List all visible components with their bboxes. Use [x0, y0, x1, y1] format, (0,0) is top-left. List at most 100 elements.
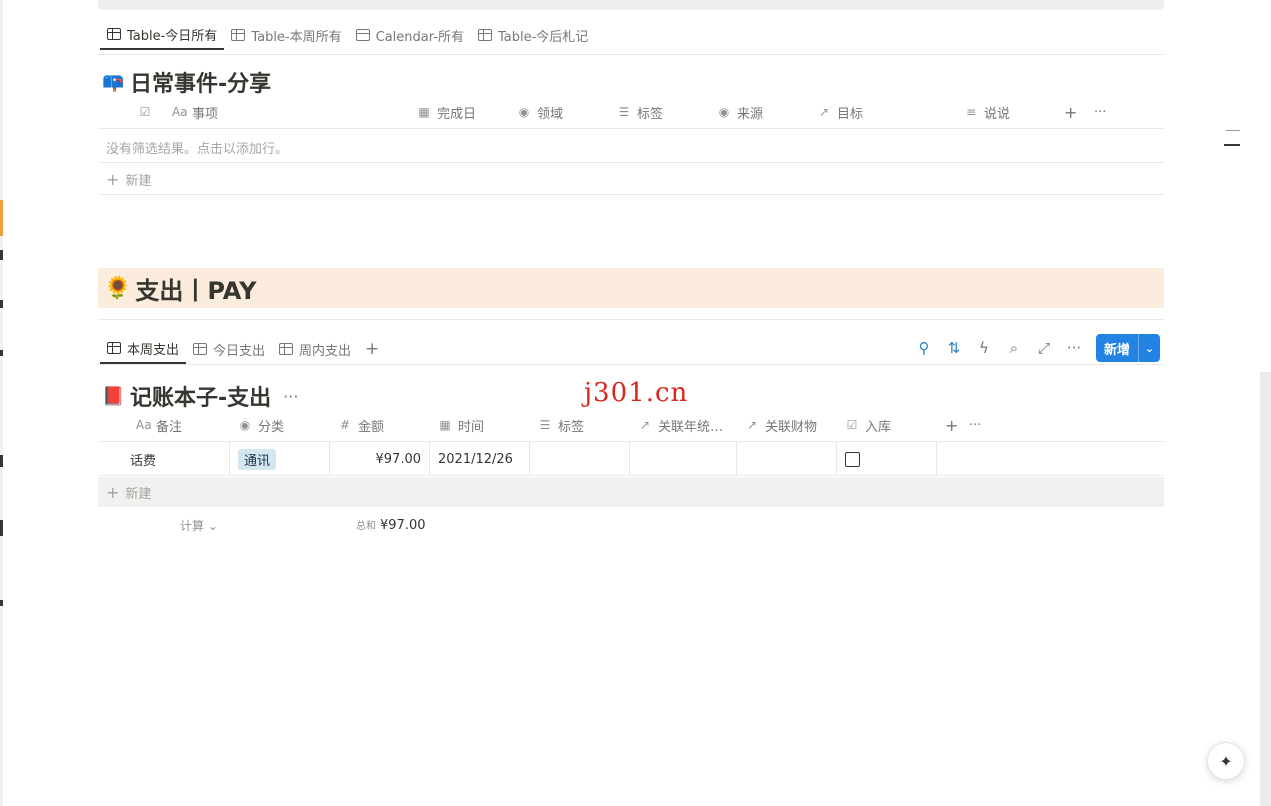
column-label: 关联财物 [765, 419, 818, 435]
column-label: 标签 [558, 419, 585, 435]
tab-label: 本周支出 [127, 342, 180, 358]
cell-note[interactable]: 话费 [98, 442, 230, 476]
empty-filter-message[interactable]: 没有筛选结果。点击以添加行。 [106, 138, 288, 157]
add-column-button[interactable]: + [1064, 96, 1094, 128]
table-icon [279, 343, 294, 355]
tab-weekly-expense[interactable]: 周内支出 [272, 334, 358, 364]
column-category[interactable]: ◉ 分类 [230, 409, 330, 441]
toc-marker-active[interactable] [1224, 144, 1240, 146]
more-options-button[interactable]: ··· [969, 409, 999, 441]
stored-checkbox[interactable] [845, 451, 860, 467]
tab-table-today[interactable]: Table-今日所有 [100, 20, 225, 50]
view-tabs-expense: 本周支出 今日支出 周内支出 + [100, 334, 386, 364]
tab-today-expense[interactable]: 今日支出 [186, 334, 272, 364]
callout-pay-heading[interactable]: 🌻 支出丨PAY [98, 268, 1164, 308]
callout-divider [98, 319, 1164, 320]
cell-asset-link[interactable] [737, 442, 837, 476]
column-label: 说说 [984, 106, 1011, 122]
table-icon [107, 342, 121, 354]
plus-icon: + [106, 170, 120, 189]
relation-arrow-icon: ↗ [818, 105, 830, 119]
column-label: 标签 [637, 106, 664, 122]
new-row-button[interactable]: + 新建 [106, 170, 151, 189]
database-title-daily[interactable]: 📪 日常事件-分享 [102, 66, 271, 98]
text-icon: Aa [136, 418, 152, 432]
calculate-dropdown[interactable]: 计算 ⌄ [180, 517, 218, 534]
column-tags[interactable]: ☰ 标签 [617, 96, 717, 128]
cell-tags[interactable] [530, 442, 630, 476]
tab-table-future[interactable]: Table-今后札记 [471, 20, 595, 50]
cell-year-link[interactable] [630, 442, 737, 476]
search-icon[interactable]: ⌕ [1006, 339, 1022, 357]
tab-label: Table-本周所有 [251, 29, 342, 45]
column-label: 时间 [458, 419, 485, 435]
column-asset-link[interactable]: ↗ 关联财物 [737, 409, 837, 441]
sort-icon[interactable]: ⇅ [946, 339, 962, 357]
automation-icon[interactable]: ϟ [976, 339, 992, 357]
column-done-date[interactable]: ▦ 完成日 [417, 96, 517, 128]
chevron-down-icon[interactable]: ⌄ [1138, 334, 1160, 362]
expand-icon[interactable]: ⤢ [1036, 339, 1052, 357]
column-time[interactable]: ▦ 时间 [430, 409, 530, 441]
cell-empty [937, 442, 1164, 476]
tabs-divider [98, 54, 1164, 55]
cell-category[interactable]: 通讯 [230, 442, 330, 476]
ai-assistant-button[interactable]: ✦ [1207, 742, 1245, 780]
add-column-button[interactable]: + [937, 409, 969, 441]
column-checkbox[interactable]: ☑ [98, 96, 172, 128]
database-title-text: 日常事件-分享 [130, 72, 272, 97]
column-remarks[interactable]: ≡ 说说 [964, 96, 1064, 128]
column-source[interactable]: ◉ 来源 [717, 96, 817, 128]
more-icon[interactable]: ··· [283, 387, 298, 406]
column-note[interactable]: Aa 备注 [98, 409, 230, 441]
tab-calendar-all[interactable]: Calendar-所有 [349, 20, 471, 50]
watermark-text: j301.cn [584, 378, 689, 408]
more-options-button[interactable]: ··· [1094, 96, 1124, 128]
column-year-link[interactable]: ↗ 关联年统… [630, 409, 737, 441]
tab-table-week[interactable]: Table-本周所有 [224, 20, 348, 50]
column-tags[interactable]: ☰ 标签 [530, 409, 630, 441]
more-icon: ··· [969, 417, 982, 433]
previous-block-bottom [98, 0, 1164, 10]
checkbox-icon: ☑ [139, 105, 151, 119]
plus-icon: + [1064, 102, 1078, 122]
calendar-icon: ▦ [439, 418, 451, 432]
cell-stored[interactable] [837, 442, 937, 476]
more-icon[interactable]: ··· [1066, 339, 1082, 357]
tab-week-expense[interactable]: 本周支出 [100, 334, 187, 364]
relation-arrow-icon: ↗ [639, 418, 651, 432]
plus-icon: + [106, 482, 120, 502]
new-row-button[interactable]: + 新建 [98, 477, 1164, 507]
cell-amount[interactable]: ¥97.00 [330, 442, 430, 476]
table-header-daily: ☑ Aa 事项 ▦ 完成日 ◉ 领域 ☰ 标签 ◉ 来源 ↗ 目标 ≡ 说说 +… [98, 96, 1164, 128]
checkbox-icon: ☑ [846, 418, 858, 432]
toc-marker[interactable] [1226, 130, 1240, 131]
note-text: 话费 [130, 453, 157, 469]
database-title-expense[interactable]: 📕 记账本子-支出 ··· [102, 380, 298, 412]
column-amount[interactable]: # 金额 [330, 409, 430, 441]
list-icon: ☰ [618, 105, 630, 119]
column-goal[interactable]: ↗ 目标 [817, 96, 964, 128]
table-row[interactable]: 话费 通讯 ¥97.00 2021/12/26 [98, 442, 1164, 476]
sum-calculation[interactable]: 总和 ¥97.00 [356, 517, 426, 533]
column-item[interactable]: Aa 事项 [172, 96, 417, 128]
cell-time[interactable]: 2021/12/26 [430, 442, 530, 476]
column-label: 完成日 [437, 106, 477, 122]
table-icon [193, 343, 208, 355]
new-row-label: 新建 [125, 486, 152, 502]
new-record-button[interactable]: 新增 ⌄ [1096, 334, 1161, 362]
select-icon: ◉ [518, 105, 530, 119]
column-label: 来源 [737, 106, 764, 122]
row-divider [98, 194, 1164, 195]
tab-label: 周内支出 [299, 343, 352, 359]
right-scrollbar-area[interactable] [1260, 372, 1271, 806]
column-stored[interactable]: ☑ 入库 [837, 409, 937, 441]
header-divider [98, 128, 1164, 129]
new-button-label: 新增 [1104, 342, 1131, 358]
add-view-button[interactable]: + [358, 334, 386, 364]
filter-icon[interactable]: ⚲ [916, 339, 932, 357]
column-label: 备注 [156, 419, 183, 435]
mailbox-icon: 📪 [102, 71, 125, 93]
column-domain[interactable]: ◉ 领域 [517, 96, 617, 128]
calendar-icon [355, 29, 370, 41]
